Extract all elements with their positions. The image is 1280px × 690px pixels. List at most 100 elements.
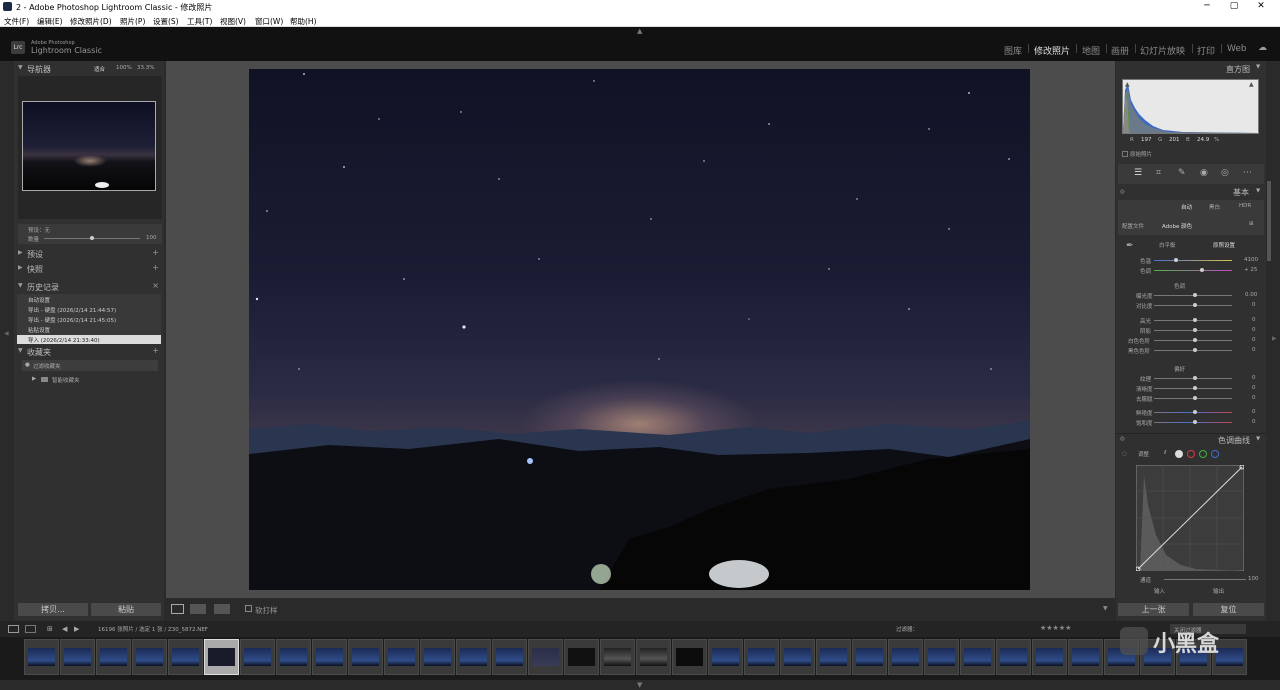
menu-view[interactable]: 视图(V) xyxy=(220,16,246,27)
film-thumb[interactable] xyxy=(384,639,419,675)
point-curve-green-icon[interactable] xyxy=(1199,450,1207,458)
menu-photo[interactable]: 照片(P) xyxy=(120,16,145,27)
add-preset-icon[interactable]: + xyxy=(152,248,159,257)
film-thumb[interactable] xyxy=(420,639,455,675)
exposure-knob[interactable] xyxy=(1193,293,1197,297)
highlights-knob[interactable] xyxy=(1193,318,1197,322)
film-thumb[interactable] xyxy=(240,639,275,675)
film-thumb[interactable] xyxy=(564,639,599,675)
history-item[interactable]: 导出 - 硬盘 (2026/2/14 21:44:57) xyxy=(28,306,116,314)
film-thumb[interactable] xyxy=(132,639,167,675)
eyedropper-icon[interactable]: ✒ xyxy=(1126,241,1134,251)
wb-select[interactable]: 原照设置 xyxy=(1213,241,1235,249)
point-curve-blue-icon[interactable] xyxy=(1211,450,1219,458)
blacks-knob[interactable] xyxy=(1193,348,1197,352)
saturation-knob[interactable] xyxy=(1193,420,1197,424)
film-thumb[interactable] xyxy=(960,639,995,675)
dehaze-knob[interactable] xyxy=(1193,396,1197,400)
loupe-view-icon[interactable] xyxy=(171,604,184,614)
original-photo-checkbox[interactable] xyxy=(1122,151,1128,157)
paste-button[interactable]: 粘贴 xyxy=(91,603,161,616)
film-thumb[interactable] xyxy=(708,639,743,675)
soft-proof-checkbox[interactable] xyxy=(245,605,252,612)
film-thumb-selected[interactable] xyxy=(204,639,239,675)
red-eye-icon[interactable]: ◉ xyxy=(1200,168,1208,178)
curve-range-slider[interactable] xyxy=(1164,579,1246,580)
before-after-icon[interactable] xyxy=(190,604,206,614)
point-curve-white-icon[interactable] xyxy=(1175,450,1183,458)
reset-button[interactable]: 复位 xyxy=(1193,603,1264,616)
film-thumb[interactable] xyxy=(1068,639,1103,675)
film-thumb[interactable] xyxy=(276,639,311,675)
main-photo[interactable] xyxy=(249,69,1030,590)
film-thumb[interactable] xyxy=(96,639,131,675)
navigator-header[interactable]: ▼ 导航器 适合 100% 33.3% xyxy=(14,62,164,75)
film-thumb[interactable] xyxy=(636,639,671,675)
crop-icon[interactable]: ⌗ xyxy=(1156,168,1161,178)
right-panel-toggle-icon[interactable]: ▶ xyxy=(1272,335,1277,342)
film-thumb[interactable] xyxy=(996,639,1031,675)
film-thumb[interactable] xyxy=(924,639,959,675)
profile-grid-icon[interactable]: ⊞ xyxy=(1249,221,1254,227)
film-thumb[interactable] xyxy=(528,639,563,675)
healing-icon[interactable]: ✎ xyxy=(1178,168,1186,178)
whites-knob[interactable] xyxy=(1193,338,1197,342)
navigator-thumbnail[interactable] xyxy=(22,101,156,191)
zoom-fit[interactable]: 适合 xyxy=(94,65,105,73)
presets-header[interactable]: ▶ 预设 + xyxy=(14,247,164,260)
shadow-clip-icon[interactable]: ▲ xyxy=(1125,81,1130,88)
contrast-knob[interactable] xyxy=(1193,303,1197,307)
basic-eye-icon[interactable]: ◎ xyxy=(1120,189,1125,195)
hdr-button[interactable]: HDR xyxy=(1239,203,1251,209)
menu-develop[interactable]: 修改照片(D) xyxy=(70,16,112,27)
amount-knob[interactable] xyxy=(90,236,94,240)
collapse-icon[interactable]: ▼ xyxy=(1256,64,1260,70)
second-window-icon[interactable] xyxy=(25,625,36,633)
film-thumb[interactable] xyxy=(1032,639,1067,675)
zoom-100[interactable]: 100% xyxy=(116,65,132,71)
film-thumb[interactable] xyxy=(852,639,887,675)
presets-icon[interactable]: ⋯ xyxy=(1243,168,1252,178)
cloud-icon[interactable]: ☁ xyxy=(1258,43,1267,53)
film-thumb[interactable] xyxy=(600,639,635,675)
menu-tools[interactable]: 工具(T) xyxy=(187,16,212,27)
history-item[interactable]: 粘贴设置 xyxy=(28,326,50,334)
module-slideshow[interactable]: 幻灯片放映 xyxy=(1140,44,1185,57)
film-thumb[interactable] xyxy=(60,639,95,675)
module-print[interactable]: 打印 xyxy=(1197,44,1215,57)
toolbar-menu-icon[interactable]: ▼ xyxy=(1103,605,1108,612)
menu-help[interactable]: 帮助(H) xyxy=(290,16,317,27)
tint-knob[interactable] xyxy=(1200,268,1204,272)
snapshots-header[interactable]: ▶ 快照 + xyxy=(14,262,164,275)
film-thumb[interactable] xyxy=(348,639,383,675)
menu-file[interactable]: 文件(F) xyxy=(4,16,29,27)
tone-curve-graph[interactable] xyxy=(1136,465,1244,571)
highlight-clip-icon[interactable]: ▲ xyxy=(1249,81,1254,88)
before-after-split-icon[interactable] xyxy=(214,604,230,614)
histogram[interactable]: ▲ ▲ xyxy=(1122,79,1259,134)
add-collection-icon[interactable]: + xyxy=(152,346,159,355)
bottom-panel-toggle-icon[interactable]: ▼ xyxy=(637,681,642,689)
film-thumb[interactable] xyxy=(744,639,779,675)
profile-select[interactable]: Adobe 颜色 xyxy=(1162,222,1192,230)
close-button[interactable]: ✕ xyxy=(1254,1,1268,11)
module-develop[interactable]: 修改照片 xyxy=(1034,44,1070,57)
point-curve-red-icon[interactable] xyxy=(1187,450,1195,458)
smart-collection-chevron-icon[interactable]: ▶ xyxy=(32,376,36,382)
clear-history-icon[interactable]: × xyxy=(152,281,159,290)
tint-slider[interactable] xyxy=(1154,270,1232,271)
bw-button[interactable]: 黑白 xyxy=(1209,203,1220,211)
next-arrow-icon[interactable]: ▶ xyxy=(74,625,79,633)
history-item-selected[interactable]: 导入 (2026/2/14 21:33:40) xyxy=(17,335,161,344)
module-map[interactable]: 地图 xyxy=(1082,44,1100,57)
edit-sliders-icon[interactable]: ☰ xyxy=(1134,168,1142,178)
top-panel-toggle-icon[interactable]: ▲ xyxy=(637,27,642,35)
collapse-icon[interactable]: ▼ xyxy=(1256,436,1260,442)
copy-button[interactable]: 拷贝... xyxy=(18,603,88,616)
history-item[interactable]: 自动设置 xyxy=(28,296,50,304)
film-thumb[interactable] xyxy=(456,639,491,675)
smart-collection-item[interactable]: 智能收藏夹 xyxy=(52,376,80,384)
target-adjust-icon[interactable]: ◌ xyxy=(1122,451,1127,457)
collapse-icon[interactable]: ▼ xyxy=(1256,188,1260,194)
film-thumb[interactable] xyxy=(780,639,815,675)
